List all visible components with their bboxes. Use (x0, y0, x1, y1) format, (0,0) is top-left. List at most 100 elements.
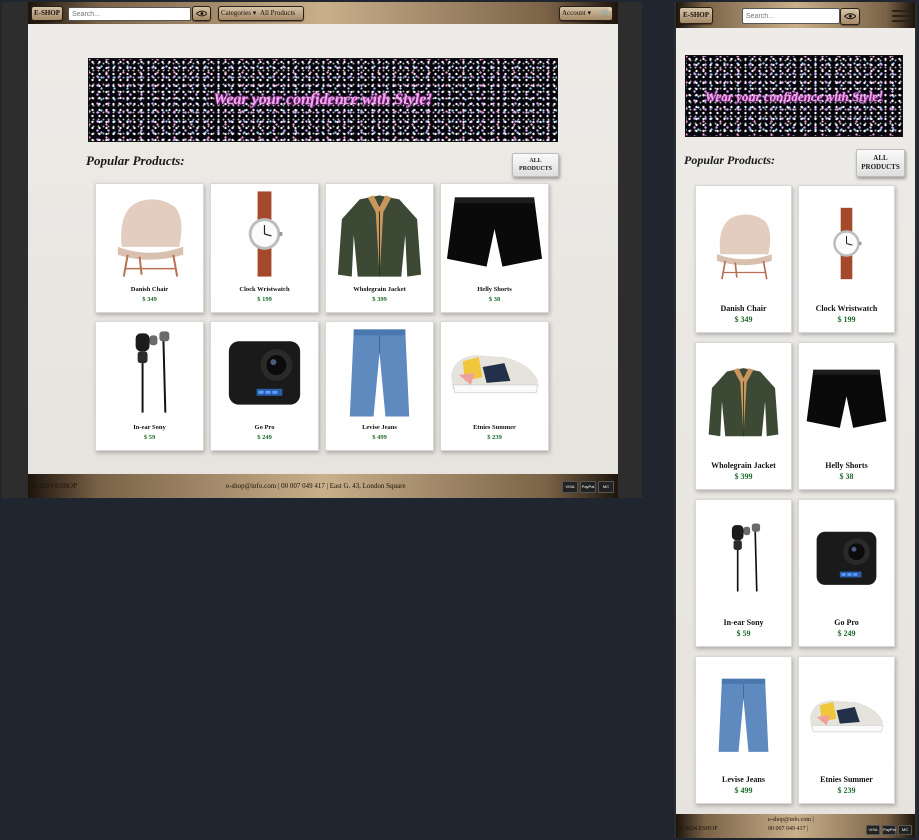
product-name: In-ear Sony (133, 424, 166, 431)
product-name: Wholegrain Jacket (353, 286, 406, 293)
hero-banner: Wear your confidence with Style! (88, 58, 558, 142)
chevron-down-icon: ▾ (250, 9, 258, 17)
eye-icon (843, 13, 857, 20)
product-name: Clock Wristwatch (815, 304, 878, 313)
mastercard-icon: MC (598, 481, 614, 493)
product-card[interactable]: Danish Chair $ 349 (695, 185, 792, 333)
product-price: $ 59 (143, 434, 156, 441)
watch-image (799, 186, 894, 301)
product-price: $ 239 (837, 786, 856, 795)
product-card[interactable]: Wholegrain Jacket $ 399 (695, 342, 792, 490)
earphones-image (696, 500, 791, 615)
product-card[interactable]: Go Pro $ 249 (210, 321, 319, 451)
product-name: Helly Shorts (825, 461, 868, 470)
shorts-image (441, 184, 548, 284)
mastercard-icon: MC (898, 825, 912, 835)
product-card[interactable]: Clock Wristwatch $ 199 (798, 185, 895, 333)
copyright-text: © 2024 ESHOP (32, 482, 77, 490)
all-products-link[interactable]: All Products (260, 9, 295, 17)
product-price: $ 349 (142, 296, 157, 303)
shorts-image (799, 343, 894, 458)
categories-menu[interactable]: Categories ▾ All Products (218, 6, 304, 21)
search-input[interactable] (742, 8, 840, 24)
mobile-view: E-SHOP Wear your confidence with Style! … (674, 2, 917, 838)
search-input[interactable] (68, 7, 191, 21)
brand-logo[interactable]: E-SHOP (679, 7, 713, 24)
product-name: Etnies Summer (473, 424, 516, 431)
product-card[interactable]: Helly Shorts $ 38 (798, 342, 895, 490)
product-name: Etnies Summer (820, 775, 873, 784)
product-price: $ 499 (372, 434, 387, 441)
product-name: Go Pro (254, 424, 275, 431)
search-button[interactable] (840, 8, 860, 25)
desktop-view: E-SHOP Categories ▾ All Products Account… (2, 2, 642, 498)
visa-icon: VISA (866, 825, 880, 835)
mobile-navbar: E-SHOP (676, 2, 915, 28)
product-price: $ 38 (488, 296, 501, 303)
product-card[interactable]: Etnies Summer $ 239 (440, 321, 549, 451)
product-card[interactable]: Levise Jeans $ 499 (695, 656, 792, 804)
product-price: $ 239 (487, 434, 502, 441)
product-card[interactable]: Etnies Summer $ 239 (798, 656, 895, 804)
product-price: $ 349 (734, 315, 753, 324)
top-navbar: E-SHOP Categories ▾ All Products Account… (28, 2, 618, 24)
product-name: Clock Wristwatch (239, 286, 290, 293)
mobile-page: E-SHOP Wear your confidence with Style! … (676, 2, 915, 838)
watch-image (211, 184, 318, 284)
product-card[interactable]: Wholegrain Jacket $ 399 (325, 183, 434, 313)
product-card[interactable]: Clock Wristwatch $ 199 (210, 183, 319, 313)
eye-icon (195, 10, 208, 17)
all-products-button[interactable]: ALL PRODUCTS (512, 153, 559, 177)
chevron-down-icon: ▾ (585, 9, 591, 17)
product-name: Danish Chair (720, 304, 767, 313)
jeans-image (696, 657, 791, 772)
visa-icon: VISA (562, 481, 578, 493)
chair-image (696, 186, 791, 301)
product-price: $ 499 (734, 786, 753, 795)
product-card[interactable]: In-ear Sony $ 59 (695, 499, 792, 647)
camera-image (211, 322, 318, 422)
footer: © 2024 ESHOP e-shop@info.com | 00 007 04… (676, 814, 915, 838)
contact-email: e-shop@info.com | (768, 817, 814, 823)
payment-methods: VISA PayPal MC (562, 481, 614, 493)
product-name: Danish Chair (130, 286, 169, 293)
camera-image (799, 500, 894, 615)
search-button[interactable] (192, 6, 211, 21)
contact-info: e-shop@info.com | 00 007 049 417 | East … (226, 482, 406, 490)
all-products-button[interactable]: ALL PRODUCTS (856, 149, 905, 177)
hamburger-menu-icon[interactable] (892, 10, 910, 22)
product-card[interactable]: Go Pro $ 249 (798, 499, 895, 647)
account-label: Account (562, 9, 586, 17)
jacket-image (696, 343, 791, 458)
product-name: Go Pro (834, 618, 859, 627)
contact-phone: 00 007 049 417 | (768, 826, 809, 832)
product-name: Helly Shorts (477, 286, 512, 293)
jacket-image (326, 184, 433, 284)
hero-banner: Wear your confidence with Style! (685, 55, 903, 137)
jeans-image (326, 322, 433, 422)
payment-methods: VISA PayPal MC (866, 825, 912, 835)
sneakers-image (799, 657, 894, 772)
sneakers-image (441, 322, 548, 422)
banner-text: Wear your confidence with Style! (704, 88, 884, 104)
product-price: $ 38 (839, 472, 854, 481)
desktop-page: E-SHOP Categories ▾ All Products Account… (28, 2, 618, 498)
footer: © 2024 ESHOP e-shop@info.com | 00 007 04… (28, 474, 618, 498)
product-price: $ 399 (734, 472, 753, 481)
paypal-icon: PayPal (882, 825, 896, 835)
product-card[interactable]: Helly Shorts $ 38 (440, 183, 549, 313)
product-card[interactable]: Danish Chair $ 349 (95, 183, 204, 313)
account-menu[interactable]: Account ▾ 🛒 0 (559, 6, 613, 21)
paypal-icon: PayPal (580, 481, 596, 493)
product-card[interactable]: In-ear Sony $ 59 (95, 321, 204, 451)
product-price: $ 249 (257, 434, 272, 441)
section-title: Popular Products: (86, 153, 185, 168)
product-name: Levise Jeans (362, 424, 397, 431)
product-name: Levise Jeans (722, 775, 765, 784)
categories-label: Categories (221, 9, 251, 17)
product-price: $ 199 (837, 315, 856, 324)
brand-logo[interactable]: E-SHOP (31, 6, 63, 21)
product-card[interactable]: Levise Jeans $ 499 (325, 321, 434, 451)
chair-image (96, 184, 203, 284)
banner-text: Wear your confidence with Style! (213, 91, 433, 108)
